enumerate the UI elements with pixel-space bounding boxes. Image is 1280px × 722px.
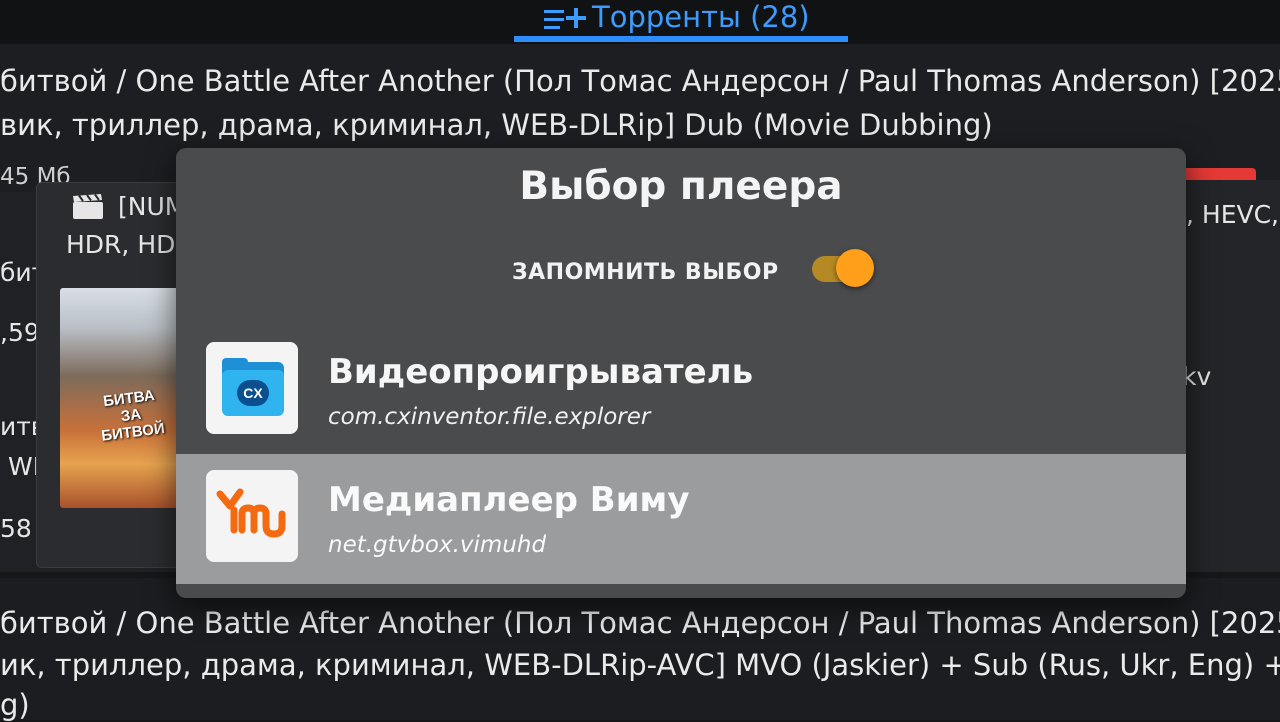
- player-chooser-dialog: Выбор плеера ЗАПОМНИТЬ ВЫБОР CX Видеопро…: [176, 148, 1186, 598]
- tab-active-indicator: [514, 36, 848, 42]
- dialog-title: Выбор плеера: [519, 164, 843, 209]
- tab-torrents-label: Торренты (28): [592, 0, 810, 34]
- player-package: net.gtvbox.vimuhd: [328, 532, 547, 558]
- remember-choice-toggle[interactable]: [812, 249, 874, 287]
- torrent-meta-fragment: 58: [0, 514, 32, 543]
- player-name: Видеопроигрыватель: [328, 352, 754, 392]
- tab-torrents[interactable]: Торренты (28): [540, 0, 810, 34]
- torrent-title-line: ик, триллер, драма, криминал, WEB-DLRip-…: [0, 648, 1280, 682]
- torrent-card-subtitle: HDR, HD: [66, 230, 176, 259]
- torrent-title-line: g): [0, 688, 30, 722]
- folder-icon: CX: [206, 342, 298, 434]
- remember-choice-label: ЗАПОМНИТЬ ВЫБОР: [512, 260, 779, 285]
- player-package: com.cxinventor.file.explorer: [328, 404, 651, 430]
- torrent-card-title: [NUM: [72, 192, 186, 221]
- torrent-card-fragment: kv: [1182, 362, 1212, 391]
- torrent-title-line: битвой / One Battle After Another (Пол Т…: [0, 64, 1280, 98]
- toggle-knob: [836, 249, 874, 287]
- player-option-vimu[interactable]: Медиаплеер Виму net.gtvbox.vimuhd: [176, 454, 1186, 584]
- torrent-card-fragment: , HEVC,: [1186, 200, 1279, 229]
- player-option-videoplayer[interactable]: CX Видеопроигрыватель com.cxinventor.fil…: [176, 326, 1186, 456]
- add-list-icon: [540, 2, 590, 32]
- torrent-meta-fragment: ,59: [0, 318, 40, 347]
- clapperboard-icon: [72, 193, 104, 220]
- player-name: Медиаплеер Виму: [328, 480, 690, 520]
- vimu-icon: [206, 470, 298, 562]
- torrent-title-line: битвой / One Battle After Another (Пол Т…: [0, 606, 1280, 640]
- torrent-title-line: вик, триллер, драма, криминал, WEB-DLRip…: [0, 108, 993, 142]
- poster-title: БИТВА ЗА БИТВОЙ: [100, 387, 166, 445]
